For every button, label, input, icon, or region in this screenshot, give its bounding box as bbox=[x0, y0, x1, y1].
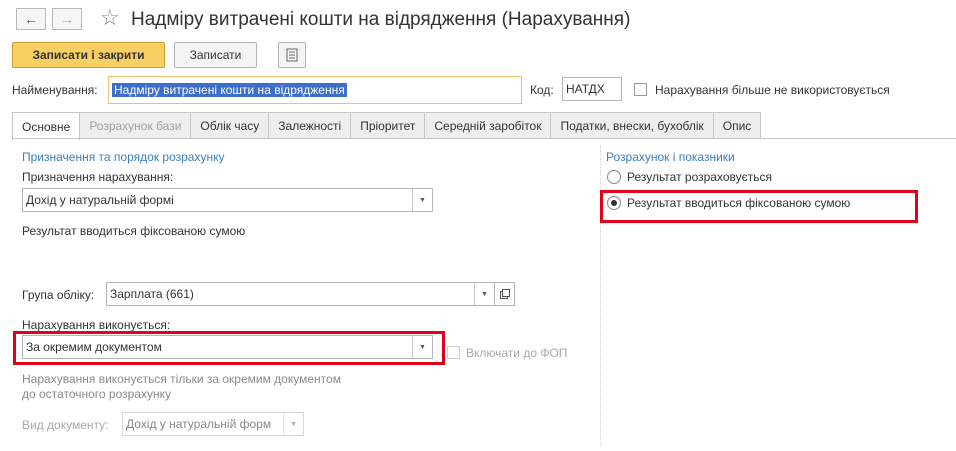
save-and-close-button[interactable]: Записати і закрити bbox=[12, 42, 165, 68]
doc-type-label: Вид документу: bbox=[22, 418, 109, 432]
open-icon bbox=[499, 289, 510, 299]
group-value: Зарплата (661) bbox=[110, 287, 194, 301]
name-value: Надміру витрачені кошти на відрядження bbox=[112, 83, 347, 97]
radio-calculated[interactable] bbox=[607, 170, 621, 184]
tab-bar: Основне Розрахунок бази Облік часу Залеж… bbox=[12, 112, 762, 140]
forward-button[interactable]: → bbox=[52, 8, 82, 30]
open-group-button[interactable] bbox=[494, 282, 515, 306]
purpose-select[interactable]: Дохід у натуральній формі ▼ bbox=[22, 188, 433, 212]
code-label: Код: bbox=[530, 83, 554, 97]
chevron-down-icon[interactable]: ▼ bbox=[283, 413, 303, 435]
group-label: Група обліку: bbox=[22, 288, 95, 302]
save-button[interactable]: Записати bbox=[174, 42, 257, 68]
left-section-title: Призначення та порядок розрахунку bbox=[22, 150, 225, 164]
exec-note-line1: Нарахування виконується тільки за окреми… bbox=[22, 372, 341, 386]
purpose-value: Дохід у натуральній формі bbox=[26, 193, 174, 207]
exec-label: Нарахування виконується: bbox=[22, 318, 171, 332]
unused-label: Нарахування більше не використовується bbox=[655, 83, 890, 97]
page-title: Надміру витрачені кошти на відрядження (… bbox=[131, 9, 631, 30]
tab-dependencies[interactable]: Залежності bbox=[268, 112, 352, 139]
highlight-box-exec bbox=[13, 331, 445, 365]
tab-main[interactable]: Основне bbox=[12, 112, 81, 140]
doc-type-select[interactable]: Дохід у натуральній форм ▼ bbox=[122, 412, 304, 436]
chevron-down-icon[interactable]: ▼ bbox=[412, 189, 432, 211]
doc-type-value: Дохід у натуральній форм bbox=[126, 417, 272, 431]
chevron-down-icon[interactable]: ▼ bbox=[474, 283, 494, 305]
exec-note-line2: до остаточного розрахунку bbox=[22, 387, 171, 401]
name-label: Найменування: bbox=[12, 83, 98, 97]
unused-checkbox[interactable] bbox=[634, 83, 647, 96]
tab-divider bbox=[12, 138, 956, 139]
arrow-right-icon: → bbox=[60, 11, 74, 27]
tab-average-earnings[interactable]: Середній заробіток bbox=[424, 112, 552, 139]
tab-taxes[interactable]: Податки, внески, бухоблік bbox=[550, 112, 714, 139]
fixed-sum-note: Результат вводиться фіксованою сумою bbox=[22, 224, 246, 238]
group-select[interactable]: Зарплата (661) ▼ bbox=[106, 282, 495, 306]
back-button[interactable]: ← bbox=[16, 8, 46, 30]
code-input[interactable]: НАТДХ bbox=[562, 77, 622, 101]
include-fop-checkbox[interactable] bbox=[447, 346, 460, 359]
right-section-title: Розрахунок і показники bbox=[606, 150, 735, 164]
star-icon[interactable]: ☆ bbox=[100, 5, 120, 31]
arrow-left-icon: ← bbox=[24, 11, 38, 27]
list-icon bbox=[286, 48, 298, 62]
radio-calculated-label: Результат розраховується bbox=[627, 170, 772, 184]
name-input[interactable]: Надміру витрачені кошти на відрядження bbox=[108, 76, 522, 104]
tab-base-calc[interactable]: Розрахунок бази bbox=[79, 112, 192, 139]
list-button[interactable] bbox=[278, 42, 306, 68]
purpose-label: Призначення нарахування: bbox=[22, 170, 174, 184]
include-fop-label: Включати до ФОП bbox=[466, 346, 568, 360]
tab-time-tracking[interactable]: Облік часу bbox=[190, 112, 270, 139]
tab-description[interactable]: Опис bbox=[712, 112, 762, 139]
highlight-box-fixed-sum bbox=[600, 190, 918, 223]
tab-priority[interactable]: Пріоритет bbox=[350, 112, 426, 139]
